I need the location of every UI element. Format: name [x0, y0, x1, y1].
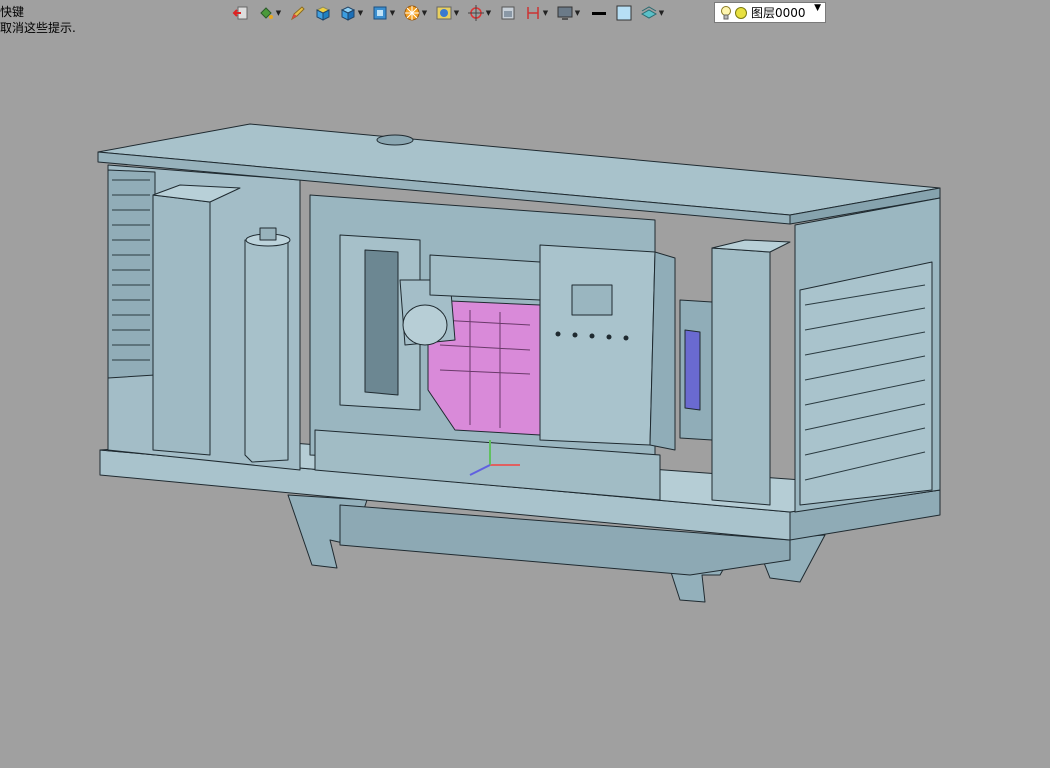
render-wheel-button[interactable]: ▼ [403, 2, 428, 24]
frame-button[interactable] [499, 2, 517, 24]
display-mode-icon [436, 6, 452, 20]
dimension-icon [527, 7, 539, 19]
solid-box-icon [315, 6, 331, 21]
pencil-button[interactable] [289, 2, 307, 24]
3d-viewport[interactable] [0, 26, 1050, 764]
control-panel [539, 244, 656, 446]
generator-model [97, 123, 941, 603]
chevron-down-icon[interactable]: ▼ [275, 2, 282, 24]
chevron-down-icon[interactable]: ▼ [485, 2, 492, 24]
chevron-down-icon[interactable]: ▼ [658, 2, 665, 24]
view-toolbar: ▼ ▼ ▼ ▼ ▼ ▼ ▼ ▼ ▼ [232, 2, 666, 24]
snap-target-button[interactable]: ▼ [467, 2, 492, 24]
fill-color-icon [616, 5, 632, 21]
chevron-down-icon[interactable]: ▼ [542, 2, 549, 24]
pencil-icon [290, 6, 305, 21]
chevron-down-icon[interactable]: ▼ [389, 2, 396, 24]
view-cube-button[interactable]: ▼ [371, 2, 396, 24]
display-mode-button[interactable]: ▼ [435, 2, 460, 24]
layer-name: 图层0000 [751, 6, 806, 20]
chevron-down-icon[interactable]: ▼ [574, 2, 581, 24]
layer-plane-button[interactable]: ▼ [640, 2, 665, 24]
blue-cube-button[interactable]: ▼ [339, 2, 364, 24]
chevron-down-icon[interactable]: ▼ [357, 2, 364, 24]
view-cube-icon [373, 6, 387, 20]
exit-tool-icon [232, 6, 248, 20]
line-style-button[interactable] [590, 2, 608, 24]
snap-target-icon [468, 5, 484, 21]
line-style-icon [592, 12, 606, 15]
chevron-down-icon[interactable]: ▼ [814, 3, 821, 13]
render-wheel-icon [404, 5, 420, 21]
solid-box-button[interactable] [314, 2, 332, 24]
chevron-down-icon[interactable]: ▼ [421, 2, 428, 24]
monitor-icon [557, 6, 573, 20]
sun-icon [735, 6, 747, 19]
paint-bucket-icon [260, 7, 273, 19]
hint-line-1: 快键 [0, 5, 25, 19]
dimension-button[interactable]: ▼ [524, 2, 549, 24]
layer-select[interactable]: 图层0000 ▼ [714, 2, 826, 23]
lightbulb-icon [721, 5, 731, 19]
exit-tool-button[interactable] [232, 2, 250, 24]
monitor-button[interactable]: ▼ [556, 2, 581, 24]
fill-color-button[interactable] [615, 2, 633, 24]
chevron-down-icon[interactable]: ▼ [453, 2, 460, 24]
layer-plane-icon [640, 6, 658, 19]
blue-cube-icon [340, 6, 356, 21]
paint-bucket-button[interactable]: ▼ [257, 2, 282, 24]
frame-icon [501, 6, 515, 20]
